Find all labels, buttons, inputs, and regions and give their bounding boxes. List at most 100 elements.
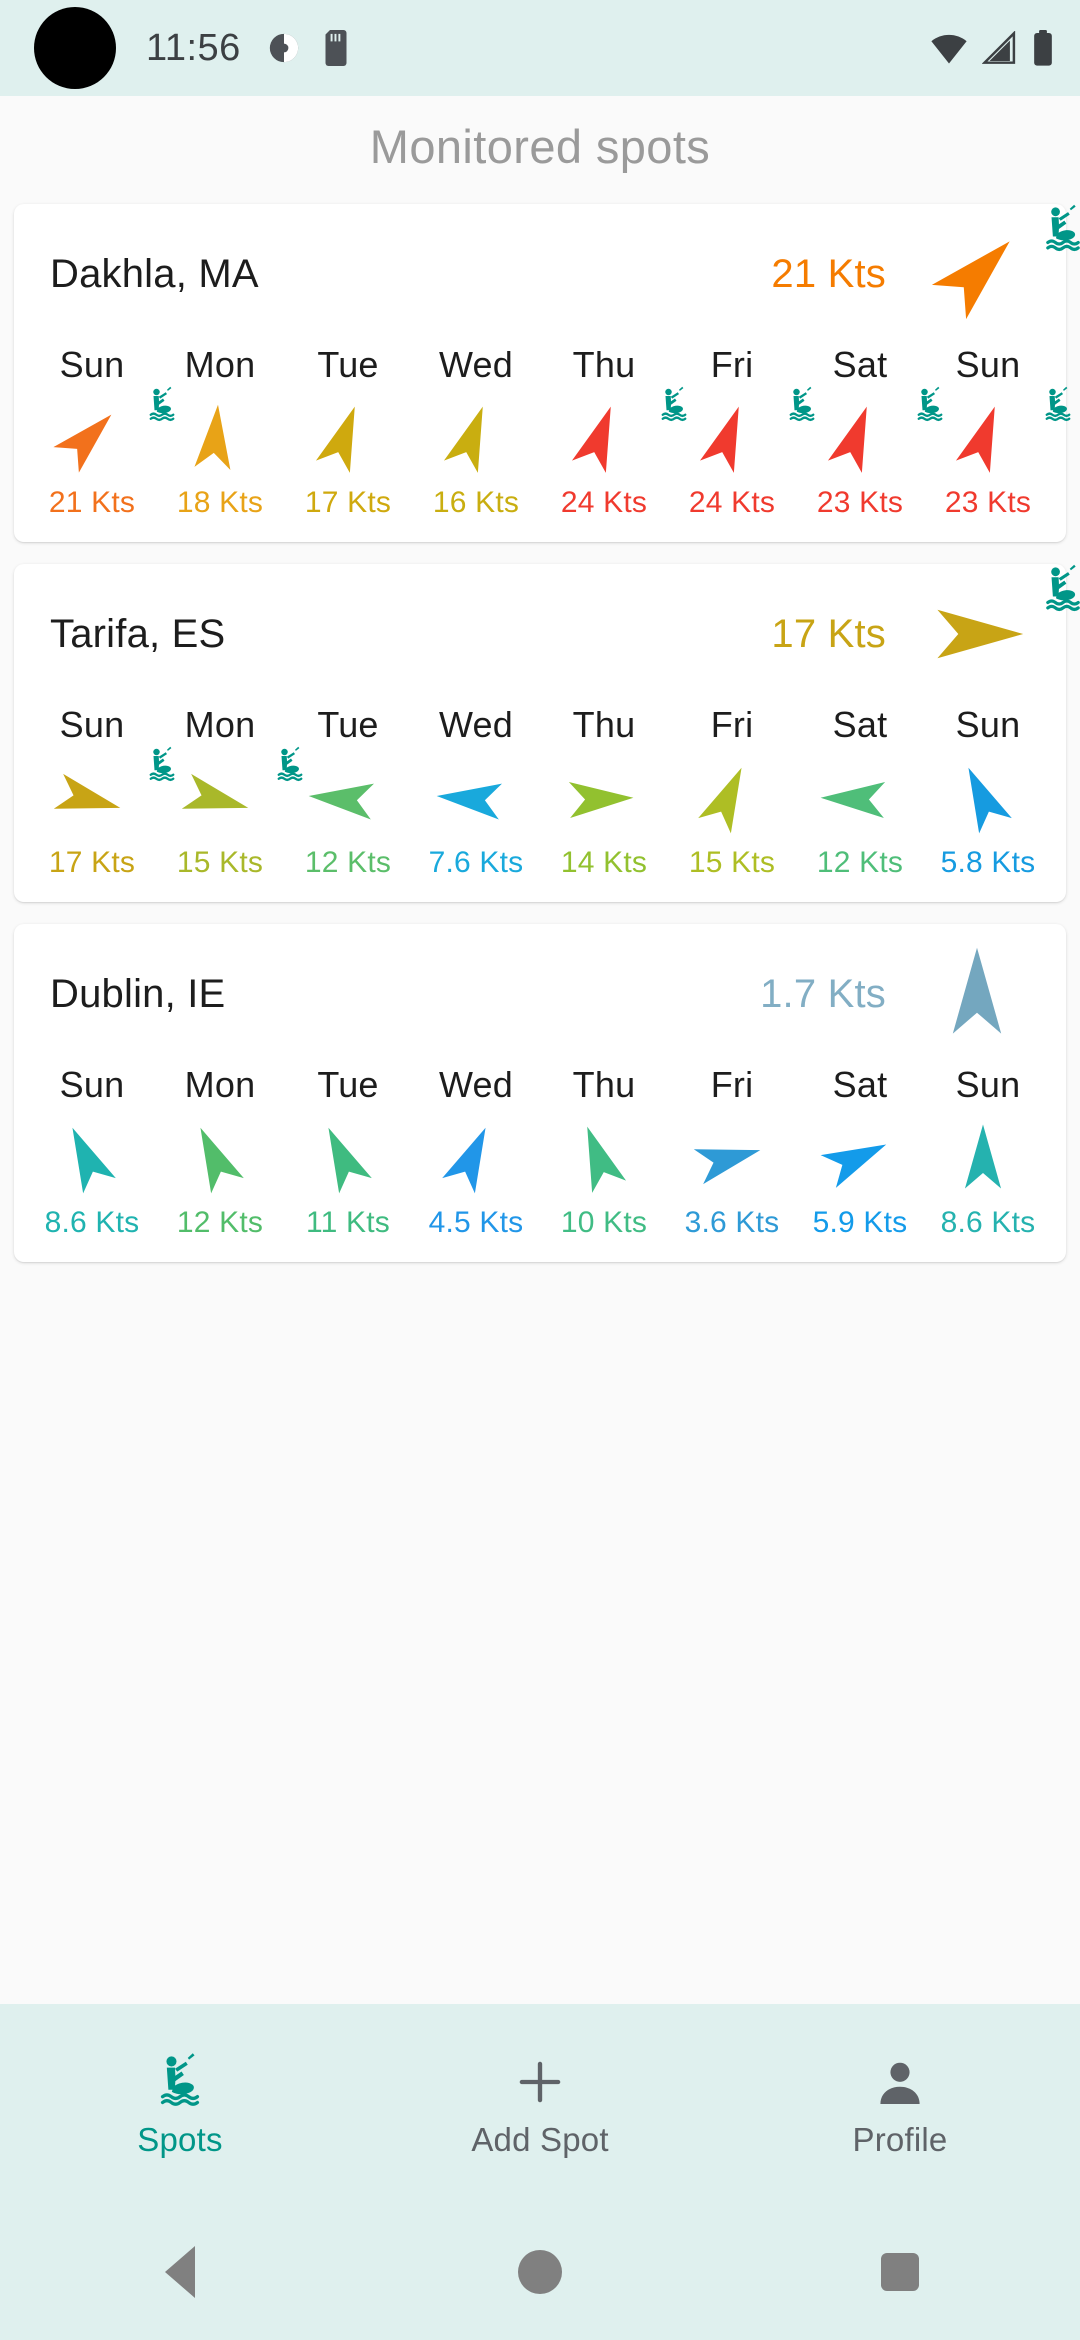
sd-card-icon [325, 30, 347, 66]
wind-direction-arrow-icon [194, 404, 231, 470]
home-button[interactable] [360, 2250, 720, 2294]
wind-direction-arrow-icon [827, 406, 867, 473]
spot-current-speed: 1.7 Kts [760, 971, 886, 1016]
forecast-day-arrow [684, 1110, 780, 1202]
forecast-day-arrow [812, 386, 943, 482]
forecast-day-label: Tue [317, 344, 379, 385]
forecast-day[interactable]: Thu 24 Kts [540, 344, 687, 520]
wind-direction-arrow-icon [442, 1127, 486, 1194]
spot-card[interactable]: Dakhla, MA 21 Kts Sun 21 Kts Mon 18 Kts Tue 17 … [14, 204, 1080, 542]
forecast-day[interactable]: Fri 3.6 Kts [668, 1064, 796, 1240]
forecast-day-label: Wed [439, 704, 513, 745]
forecast-day-label: Sun [955, 344, 1021, 385]
spot-card-header: Dublin, IE 1.7 Kts [14, 924, 1066, 1064]
spot-wind-arrow [922, 204, 1080, 339]
forecast-day[interactable]: Sun 8.6 Kts [28, 1064, 156, 1240]
forecast-day-arrow [44, 746, 175, 842]
forecast-day[interactable]: Tue 17 Kts [284, 344, 412, 520]
spot-current-speed: 21 Kts [771, 251, 886, 296]
kitesurfer-badge-icon [1046, 204, 1080, 252]
forecast-day-speed: 8.6 Kts [940, 1206, 1036, 1239]
forecast-day[interactable]: Sun 23 Kts [924, 344, 1071, 520]
spot-card[interactable]: Tarifa, ES 17 Kts Sun 17 Kts Mon 15 Kts Tue 12 … [14, 564, 1080, 902]
forecast-day-speed: 15 Kts [176, 846, 264, 879]
forecast-day-speed: 7.6 Kts [428, 846, 524, 879]
spot-current-speed: 17 Kts [771, 611, 886, 656]
nav-item-spots[interactable]: Spots [0, 2049, 360, 2159]
recents-button[interactable] [720, 2253, 1080, 2291]
forecast-day[interactable]: Mon 18 Kts [156, 344, 284, 520]
kitesurfer-icon [149, 2049, 211, 2111]
forecast-day-speed: 10 Kts [560, 1206, 648, 1239]
forecast-day-speed: 3.6 Kts [684, 1206, 780, 1239]
wind-direction-arrow-icon [200, 1127, 244, 1194]
forecast-day[interactable]: Thu 14 Kts [540, 704, 668, 880]
wind-direction-arrow-icon [315, 406, 355, 473]
forecast-day-speed: 23 Kts [816, 486, 904, 519]
back-triangle-icon [165, 2246, 195, 2298]
forecast-day[interactable]: Thu 10 Kts [540, 1064, 668, 1240]
forecast-day[interactable]: Wed 4.5 Kts [412, 1064, 540, 1240]
nav-label-spots: Spots [137, 2121, 223, 2158]
battery-icon [1034, 30, 1052, 66]
forecast-day-arrow [812, 1110, 908, 1202]
forecast-day-arrow [428, 390, 524, 482]
forecast-day-label: Fri [710, 1064, 754, 1105]
nav-item-profile[interactable]: Profile [720, 2049, 1080, 2159]
spot-card-header: Tarifa, ES 17 Kts [14, 564, 1080, 704]
forecast-day-label: Sat [832, 1064, 888, 1105]
forecast-day-speed: 17 Kts [304, 486, 392, 519]
forecast-day[interactable]: Mon 12 Kts [156, 1064, 284, 1240]
back-button[interactable] [0, 2246, 360, 2298]
forecast-row: Sun 8.6 Kts Mon 12 Kts Tue 11 Kts Wed 4.5 Kts Th… [14, 1064, 1066, 1240]
forecast-day[interactable]: Wed 16 Kts [412, 344, 540, 520]
forecast-day-label: Wed [439, 344, 513, 385]
spots-list[interactable]: Dakhla, MA 21 Kts Sun 21 Kts Mon 18 Kts Tue 17 … [0, 196, 1080, 2004]
forecast-day-label: Sun [59, 344, 125, 385]
forecast-day-label: Tue [317, 1064, 379, 1105]
wind-direction-arrow-icon [820, 782, 886, 819]
forecast-day[interactable]: Tue 11 Kts [284, 1064, 412, 1240]
forecast-day-arrow [44, 386, 175, 482]
forecast-day-speed: 12 Kts [304, 846, 392, 879]
android-system-navigation [0, 2204, 1080, 2340]
forecast-day-arrow [556, 750, 652, 842]
spot-card[interactable]: Dublin, IE 1.7 Kts Sun 8.6 Kts Mon 12 Kts Tue 1… [14, 924, 1066, 1262]
forecast-day-label: Tue [317, 704, 379, 745]
forecast-row: Sun 21 Kts Mon 18 Kts Tue 17 Kts Wed 16 Kts Thu 2… [14, 344, 1071, 520]
forecast-day-arrow [172, 746, 303, 842]
forecast-day-arrow [44, 1110, 140, 1202]
forecast-day[interactable]: Sat 23 Kts [796, 344, 943, 520]
forecast-day-speed: 11 Kts [305, 1206, 391, 1239]
forecast-day[interactable]: Mon 15 Kts [156, 704, 303, 880]
forecast-day-label: Thu [572, 704, 636, 745]
spot-wind-arrow [922, 564, 1080, 699]
nav-item-add-spot[interactable]: Add Spot [360, 2049, 720, 2159]
forecast-day-label: Sun [955, 704, 1021, 745]
forecast-day[interactable]: Wed 7.6 Kts [412, 704, 540, 880]
forecast-day[interactable]: Sat 5.9 Kts [796, 1064, 924, 1240]
forecast-day-label: Mon [184, 344, 256, 385]
forecast-day-arrow [684, 386, 815, 482]
spot-name: Dakhla, MA [50, 251, 259, 296]
forecast-day[interactable]: Fri 15 Kts [668, 704, 796, 880]
wind-direction-arrow-icon [820, 1144, 887, 1188]
forecast-day[interactable]: Sun 8.6 Kts [924, 1064, 1052, 1240]
forecast-day-speed: 24 Kts [688, 486, 776, 519]
wind-direction-arrow-icon [181, 773, 249, 809]
forecast-day[interactable]: Sat 12 Kts [796, 704, 924, 880]
status-bar-clock: 11:56 [146, 26, 241, 69]
forecast-day-speed: 8.6 Kts [44, 1206, 140, 1239]
forecast-day-speed: 16 Kts [432, 486, 520, 519]
forecast-day[interactable]: Sun 5.8 Kts [924, 704, 1052, 880]
wind-direction-arrow-icon [53, 414, 112, 473]
forecast-day-label: Fri [710, 704, 754, 745]
forecast-day[interactable]: Sun 17 Kts [28, 704, 175, 880]
forecast-day-speed: 12 Kts [176, 1206, 264, 1239]
cellular-signal-icon [982, 31, 1016, 64]
forecast-day[interactable]: Sun 21 Kts [28, 344, 175, 520]
forecast-day[interactable]: Tue 12 Kts [284, 704, 412, 880]
kitesurfer-badge-icon [1045, 386, 1071, 422]
bottom-navigation: Spots Add Spot Profile [0, 2004, 1080, 2204]
forecast-day[interactable]: Fri 24 Kts [668, 344, 815, 520]
